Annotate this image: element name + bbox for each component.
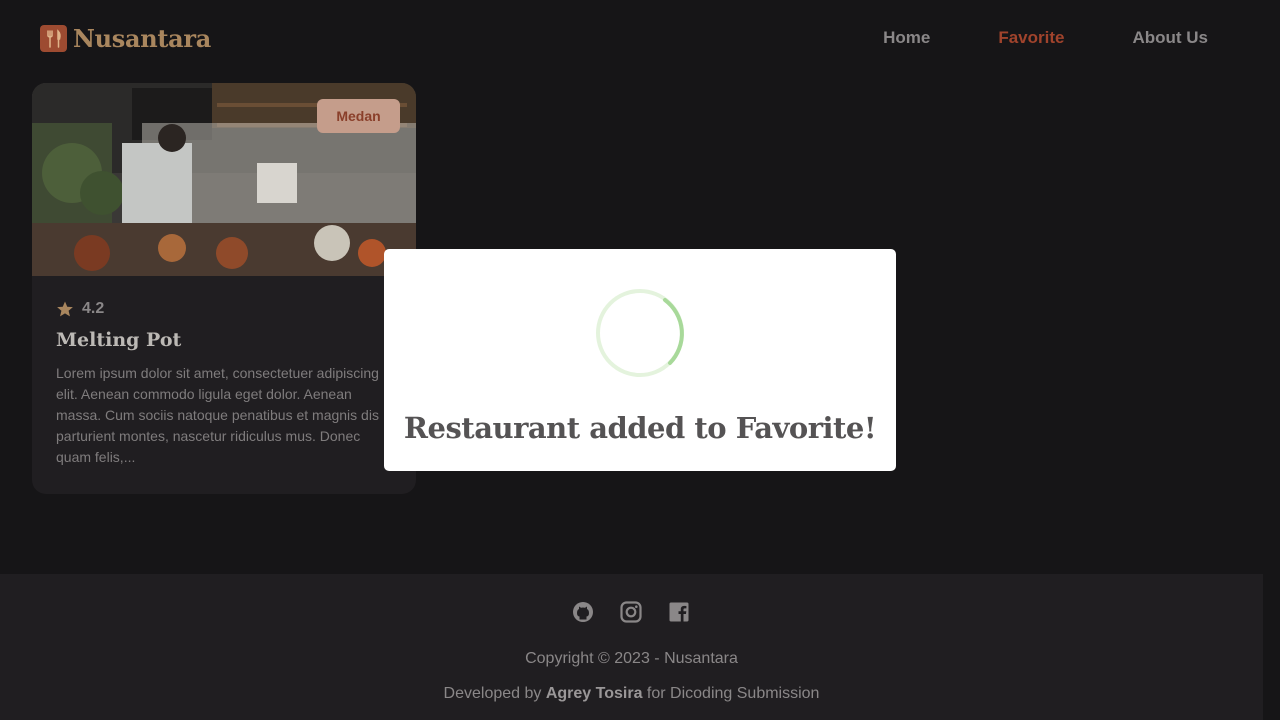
modal-title: Restaurant added to Favorite! [403,411,877,445]
copyright-text: Copyright © 2023 - Nusantara [525,650,738,667]
github-icon[interactable] [571,600,595,624]
utensils-icon [40,25,67,52]
rating-value: 4.2 [82,300,105,317]
facebook-icon[interactable] [667,600,691,624]
main-nav: Home Favorite About Us [883,28,1208,48]
restaurant-image: Medan [32,83,416,276]
rating: 4.2 [56,300,104,318]
nav-favorite-link[interactable]: Favorite [998,28,1064,48]
star-icon [57,301,73,317]
instagram-icon[interactable] [619,600,643,624]
developer-credit: Developed by Agrey Tosira for Dicoding S… [0,685,1263,703]
success-modal: Restaurant added to Favorite! [384,249,896,471]
restaurant-card[interactable]: Medan 4.2 Melting Pot Lorem ipsum dolor … [32,83,416,494]
social-links [571,600,691,624]
developed-suffix: for Dicoding Submission [646,685,820,702]
nav-about-link[interactable]: About Us [1132,28,1208,48]
nav-home-link[interactable]: Home [883,28,930,48]
loading-spinner-icon [596,289,684,377]
site-footer: Copyright © 2023 - Nusantara Developed b… [0,574,1263,720]
developed-prefix: Developed by [443,685,542,702]
city-badge: Medan [317,99,400,133]
page-scrollbar[interactable] [1263,574,1280,720]
restaurant-description: Lorem ipsum dolor sit amet, consectetuer… [56,365,379,465]
restaurant-name[interactable]: Melting Pot [56,329,181,351]
brand-logo[interactable]: Nusantara [40,24,211,53]
brand-name: Nusantara [73,24,212,53]
developer-name: Agrey Tosira [545,685,643,702]
site-header: Nusantara Home Favorite About Us [0,0,1280,76]
